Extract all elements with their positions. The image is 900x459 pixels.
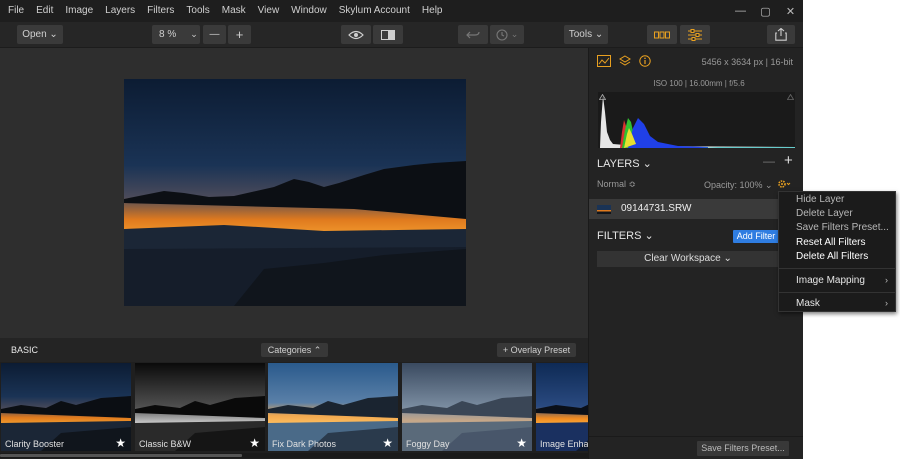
- exif-info: ISO 100 | 16.00mm | f/5.6: [653, 79, 745, 88]
- history-button[interactable]: ⌄: [490, 25, 524, 44]
- layers-icon[interactable]: [619, 55, 631, 67]
- clear-workspace-button[interactable]: Clear Workspace ⌄: [597, 251, 779, 267]
- menu-mask[interactable]: Mask: [216, 0, 252, 22]
- menu-reset-all-filters[interactable]: Reset All Filters: [796, 237, 865, 248]
- add-layer-button[interactable]: +: [784, 152, 793, 169]
- adjustments-button[interactable]: [680, 25, 710, 44]
- menu-view[interactable]: View: [252, 0, 286, 22]
- share-button[interactable]: [767, 25, 795, 44]
- menu-file[interactable]: File: [2, 0, 30, 22]
- right-panel: 5456 x 3634 px | 16-bit ISO 100 | 16.00m…: [588, 48, 803, 459]
- window-controls: — ▢ ✕: [728, 0, 803, 22]
- histogram: [598, 92, 795, 148]
- tools-button[interactable]: Tools ⌄: [564, 25, 608, 44]
- menu-delete-layer[interactable]: Delete Layer: [796, 208, 853, 219]
- main-photo[interactable]: [124, 79, 466, 306]
- layer-thumbnail: [597, 205, 611, 214]
- minimize-icon[interactable]: —: [728, 5, 753, 17]
- compare-icon: [381, 29, 395, 40]
- menu-hide-layer[interactable]: Hide Layer: [796, 194, 844, 205]
- layer-context-menu: Hide Layer Delete Layer Save Filters Pre…: [778, 191, 896, 312]
- menu-delete-all-filters[interactable]: Delete All Filters: [796, 251, 868, 262]
- menu-help[interactable]: Help: [416, 0, 449, 22]
- presets-header: BASIC Categories ⌃ + Overlay Preset: [0, 338, 588, 362]
- clock-icon: [496, 28, 508, 41]
- app-window: File Edit Image Layers Filters Tools Mas…: [0, 0, 803, 459]
- save-filters-preset-button[interactable]: Save Filters Preset...: [697, 441, 789, 456]
- blend-mode-select[interactable]: Normal ≎: [597, 179, 636, 190]
- zoom-in-button[interactable]: +: [228, 25, 251, 44]
- panel-divider: [589, 436, 803, 437]
- info-icon[interactable]: [639, 55, 651, 67]
- star-icon[interactable]: ★: [516, 436, 527, 450]
- image-dimensions: 5456 x 3634 px | 16-bit: [701, 57, 793, 67]
- layer-name: 09144731.SRW: [621, 203, 692, 214]
- preset-thumbnail[interactable]: Classic B&W ★: [135, 363, 265, 451]
- presets-strip-icon: [654, 31, 670, 39]
- undo-icon: [466, 30, 480, 40]
- chevron-right-icon: ›: [885, 275, 888, 285]
- preset-label: Foggy Day: [406, 439, 450, 449]
- gear-icon[interactable]: [777, 179, 791, 189]
- preset-thumbnail[interactable]: Foggy Day ★: [402, 363, 532, 451]
- compare-button[interactable]: [373, 25, 403, 44]
- chevron-right-icon: ›: [885, 298, 888, 308]
- preset-label: Clarity Booster: [5, 439, 65, 449]
- close-icon[interactable]: ✕: [778, 5, 803, 18]
- preview-eye-button[interactable]: [341, 25, 371, 44]
- preset-thumbnail[interactable]: Image Enhancer: [536, 363, 588, 451]
- preset-label: Fix Dark Photos: [272, 439, 337, 449]
- share-icon: [775, 28, 787, 41]
- restore-icon[interactable]: ▢: [753, 5, 778, 18]
- menu-skylum-account[interactable]: Skylum Account: [333, 0, 416, 22]
- menu-layers[interactable]: Layers: [99, 0, 141, 22]
- presets-scrollbar-thumb[interactable]: [0, 454, 242, 457]
- undo-button[interactable]: [458, 25, 488, 44]
- menu-bar: File Edit Image Layers Filters Tools Mas…: [0, 0, 803, 22]
- zoom-select[interactable]: 8 % ⌄: [152, 25, 200, 44]
- menu-separator: [779, 268, 895, 269]
- shadow-clipping-icon[interactable]: [599, 94, 606, 100]
- histogram-icon[interactable]: [597, 55, 611, 67]
- layer-item[interactable]: 09144731.SRW: [589, 199, 779, 219]
- open-button[interactable]: Open ⌄: [17, 25, 63, 44]
- toolbar: Open ⌄ 8 % ⌄ — + ⌄ Tools ⌄: [0, 22, 803, 48]
- chevron-down-icon: ⌄: [510, 29, 519, 39]
- preset-label: Image Enhancer: [540, 439, 588, 449]
- menu-edit[interactable]: Edit: [30, 0, 59, 22]
- chevron-down-icon: ⌄: [190, 29, 198, 39]
- categories-button[interactable]: Categories ⌃: [261, 343, 328, 357]
- preset-label: Classic B&W: [139, 439, 192, 449]
- menu-save-filters-preset[interactable]: Save Filters Preset...: [796, 222, 889, 233]
- remove-layer-button[interactable]: —: [763, 154, 775, 168]
- eye-icon: [348, 30, 364, 40]
- image-canvas[interactable]: [0, 48, 588, 338]
- highlight-clipping-icon[interactable]: [787, 94, 794, 100]
- preset-thumbnail[interactable]: Clarity Booster ★: [1, 363, 131, 451]
- menu-image-mapping[interactable]: Image Mapping: [796, 275, 865, 286]
- sliders-icon: [688, 28, 702, 41]
- preset-thumbnail[interactable]: Fix Dark Photos ★: [268, 363, 398, 451]
- filters-section-title[interactable]: FILTERS ⌄: [597, 229, 654, 242]
- presets-category-title: BASIC: [11, 345, 39, 355]
- overlay-preset-button[interactable]: + Overlay Preset: [497, 343, 576, 357]
- menu-tools[interactable]: Tools: [180, 0, 215, 22]
- add-filter-button[interactable]: Add Filter: [733, 230, 779, 243]
- layers-section-title[interactable]: LAYERS ⌄: [597, 157, 652, 170]
- zoom-out-button[interactable]: —: [203, 25, 226, 44]
- star-icon[interactable]: ★: [249, 436, 260, 450]
- star-icon[interactable]: ★: [115, 436, 126, 450]
- menu-mask[interactable]: Mask: [796, 298, 820, 309]
- menu-filters[interactable]: Filters: [141, 0, 180, 22]
- menu-image[interactable]: Image: [59, 0, 99, 22]
- zoom-value: 8 %: [159, 29, 177, 40]
- star-icon[interactable]: ★: [382, 436, 393, 450]
- layers-view-button[interactable]: [647, 25, 677, 44]
- opacity-select[interactable]: Opacity: 100% ⌄: [704, 180, 773, 191]
- menu-separator: [779, 292, 895, 293]
- menu-window[interactable]: Window: [285, 0, 333, 22]
- presets-strip: Clarity Booster ★ Classic B&W ★ Fix Dark…: [0, 362, 588, 459]
